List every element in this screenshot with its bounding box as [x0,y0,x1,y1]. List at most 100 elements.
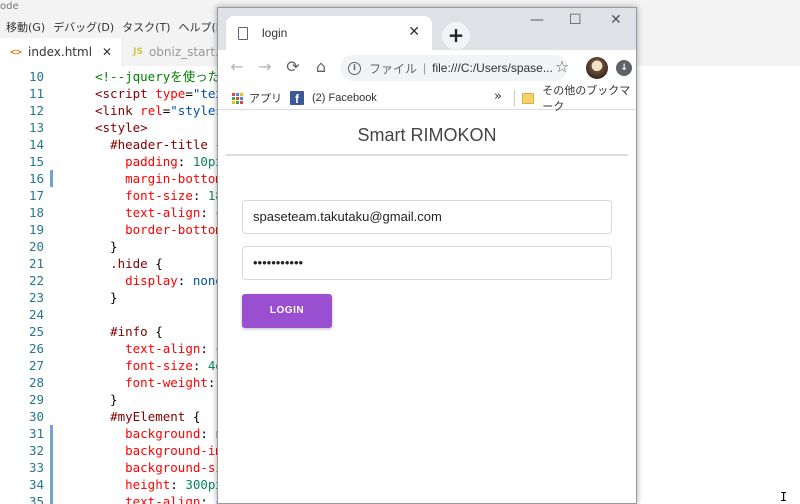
line-number: 13 [28,120,44,135]
modified-line-marker [50,476,53,493]
forward-arrow-icon[interactable]: → [254,57,276,79]
code-text: <link rel="stylesh [95,103,231,118]
back-arrow-icon[interactable]: ← [226,57,248,79]
email-field[interactable]: spaseteam.takutaku@gmail.com [242,200,612,234]
line-number: 22 [28,273,44,288]
line-number: 11 [28,86,44,101]
code-text: } [95,392,118,407]
line-number: 23 [28,290,44,305]
code-text: #header-title { [110,137,223,152]
new-tab-button[interactable]: + [442,22,470,50]
code-text: background-siz [125,460,231,475]
code-text: font-weight: b [125,375,230,390]
menu-tasks[interactable]: タスク(T) [122,19,170,35]
modified-line-marker [50,459,53,476]
line-number: 25 [28,324,44,339]
browser-tab-login[interactable]: login ✕ [226,16,432,50]
page-title: Smart RIMOKON [226,123,628,156]
modified-line-marker [50,425,53,442]
address-bar[interactable]: i ファイル | file:///C:/Users/spase... [340,55,568,81]
line-number: 31 [28,426,44,441]
line-number: 14 [28,137,44,152]
code-text: font-size: 4em [125,358,230,373]
text-cursor-icon: I [780,490,788,504]
apps-grid-icon [232,92,243,104]
browser-toolbar: ← → ⟳ ⌂ i ファイル | file:///C:/Users/spase.… [218,50,636,86]
line-number: 33 [28,460,44,475]
download-extension-icon[interactable]: ↓ [616,60,632,76]
browser-tab-strip: login ✕ + — ☐ ✕ [218,8,636,50]
home-icon[interactable]: ⌂ [310,57,332,79]
bookmark-label: アプリ [249,93,282,105]
reload-icon[interactable]: ⟳ [282,57,304,79]
js-file-icon: JS [133,47,143,57]
code-text: font-size: 18p [125,188,230,203]
url-separator: | [423,61,427,75]
info-icon[interactable]: i [348,61,361,75]
code-text: height: 300px; [125,477,230,492]
code-text: text-align: ce [125,341,230,356]
menu-go[interactable]: 移動(G) [6,19,45,35]
login-button[interactable]: LOGIN [242,294,332,328]
close-window-button[interactable]: ✕ [610,12,622,28]
more-bookmarks-chevron-icon[interactable]: » [494,89,502,104]
code-text: display: none; [125,273,230,288]
line-number: 17 [28,188,44,203]
line-number: 24 [28,307,44,322]
code-text: #myElement { [110,409,201,424]
modified-line-marker [50,493,53,504]
bookmark-label: (2) Facebook [312,92,377,104]
minimize-button[interactable]: — [530,12,544,28]
bookmarks-bar: アプリ f (2) Facebook » その他のブックマーク [218,85,636,113]
line-number: 18 [28,205,44,220]
bookmark-apps[interactable]: アプリ [232,90,282,106]
close-tab-icon[interactable]: ✕ [408,24,420,40]
bookmark-label: その他のブックマーク [542,85,631,113]
web-page-content: Smart RIMOKON spaseteam.takutaku@gmail.c… [218,111,636,503]
line-number: 29 [28,392,44,407]
line-number: 34 [28,477,44,492]
line-number: 10 [28,69,44,84]
facebook-icon: f [290,91,304,106]
code-text: <!--jqueryを使った [95,69,221,84]
tab-title: login [262,26,288,40]
url-text: file:///C:/Users/spase... [432,61,553,75]
line-number: 32 [28,443,44,458]
document-icon [238,26,248,40]
line-number: 20 [28,239,44,254]
line-number: 26 [28,341,44,356]
url-scheme-label: ファイル [369,61,418,76]
line-number: 35 [28,494,44,504]
code-text: background-ima [125,443,231,458]
modified-line-marker [50,442,53,459]
code-text: <style> [95,120,148,135]
line-number: 15 [28,154,44,169]
code-text: } [95,239,118,254]
code-text: } [95,290,118,305]
code-text: background: no [125,426,230,441]
bookmark-facebook[interactable]: f (2) Facebook [290,90,377,106]
line-number: 28 [28,375,44,390]
tab-index-html[interactable]: <> index.html ✕ [0,38,124,66]
line-number: 19 [28,222,44,237]
line-number: 12 [28,103,44,118]
line-number: 30 [28,409,44,424]
code-text: border-bottom: [125,222,230,237]
code-text: <script type="text [95,86,231,101]
code-text: margin-bottom: [125,171,230,186]
line-number: 16 [28,171,44,186]
password-field[interactable]: ••••••••••• [242,246,612,280]
profile-avatar[interactable] [586,57,608,79]
bookmark-other[interactable]: その他のブックマーク [522,85,636,113]
code-text: #info { [110,324,163,339]
close-icon[interactable]: ✕ [102,45,112,59]
bookmark-star-icon[interactable]: ☆ [551,57,573,79]
code-text: .hide { [110,256,163,271]
menu-debug[interactable]: デバッグ(D) [53,19,114,35]
tab-label: index.html [28,45,93,59]
maximize-button[interactable]: ☐ [569,12,582,28]
vscode-title-text: ode [0,1,19,12]
bookmark-separator [514,90,515,106]
code-text: padding: 10px; [125,154,230,169]
line-number: 27 [28,358,44,373]
